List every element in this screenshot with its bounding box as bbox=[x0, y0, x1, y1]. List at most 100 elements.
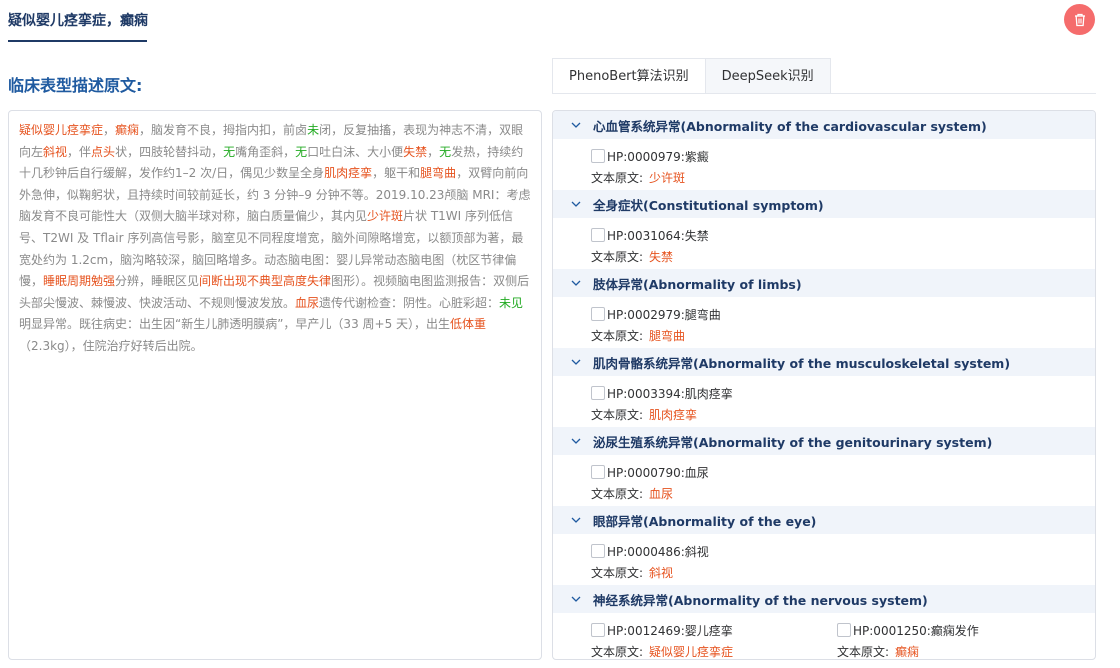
chevron-down-icon bbox=[569, 118, 583, 132]
category-name: 神经系统异常(Abnormality of the nervous system… bbox=[593, 592, 928, 608]
phenotype-checkbox[interactable] bbox=[591, 149, 605, 163]
category-header[interactable]: 心血管系统异常(Abnormality of the cardiovascula… bbox=[553, 111, 1095, 139]
tabs-divider bbox=[552, 93, 1096, 94]
category-header[interactable]: 眼部异常(Abnormality of the eye) bbox=[553, 506, 1095, 534]
text-segment: 口吐白沫、大小便 bbox=[307, 144, 404, 159]
source-text: 斜视 bbox=[649, 566, 674, 580]
source-text: 少许斑 bbox=[649, 171, 686, 185]
phenotype-checkbox[interactable] bbox=[591, 307, 605, 321]
source-label: 文本原文: bbox=[591, 566, 644, 580]
text-segment: ， bbox=[427, 144, 440, 159]
negation-term: 无 bbox=[439, 144, 452, 159]
tab-deepseek[interactable]: DeepSeek识别 bbox=[704, 58, 831, 94]
raw-text-box: 疑似婴儿痉挛症，癫痫，脑发育不良，拇指内扣，前卤未闭，反复抽搐，表现为神志不清，… bbox=[8, 110, 542, 660]
hp-term-label: HP:0000790:血尿 bbox=[607, 465, 709, 480]
phenotype-item: HP:0012469:婴儿痉挛文本原文: 疑似婴儿痉挛症 bbox=[591, 613, 837, 659]
category-group: 心血管系统异常(Abnormality of the cardiovascula… bbox=[553, 111, 1095, 190]
chevron-down-icon bbox=[569, 592, 583, 606]
chevron-down-icon bbox=[569, 197, 583, 211]
tab-phenobert[interactable]: PhenoBert算法识别 bbox=[552, 58, 706, 94]
negation-term: 未见 bbox=[499, 295, 524, 310]
phenotype-item: HP:0000486:斜视文本原文: 斜视 bbox=[591, 534, 837, 583]
phenotype-item: HP:0031064:失禁文本原文: 失禁 bbox=[591, 218, 837, 267]
hp-term-label: HP:0031064:失禁 bbox=[607, 228, 709, 243]
text-segment: 状，四肢轮替抖动， bbox=[115, 144, 224, 159]
category-group: 肌肉骨骼系统异常(Abnormality of the musculoskele… bbox=[553, 348, 1095, 427]
source-label: 文本原文: bbox=[591, 171, 644, 185]
hp-term-label: HP:0000486:斜视 bbox=[607, 544, 709, 559]
document-tab[interactable]: 疑似婴儿痉挛症，癫痫 bbox=[8, 10, 148, 30]
phenotype-checkbox[interactable] bbox=[837, 623, 851, 637]
negation-term: 未 bbox=[307, 123, 320, 137]
category-name: 心血管系统异常(Abnormality of the cardiovascula… bbox=[593, 118, 987, 134]
phenotype-checkbox[interactable] bbox=[591, 544, 605, 558]
hp-term-label: HP:0000979:紫癜 bbox=[607, 149, 709, 164]
text-segment: ，躯干和 bbox=[372, 166, 421, 181]
text-segment: ，伴 bbox=[67, 144, 92, 159]
hp-term-label: HP:0002979:腿弯曲 bbox=[607, 307, 721, 322]
chevron-down-icon bbox=[569, 276, 583, 290]
phenotype-item: HP:0000979:紫癜文本原文: 少许斑 bbox=[591, 139, 837, 188]
source-label: 文本原文: bbox=[591, 329, 644, 343]
category-header[interactable]: 肢体异常(Abnormality of limbs) bbox=[553, 269, 1095, 297]
category-name: 肢体异常(Abnormality of limbs) bbox=[593, 276, 802, 292]
highlighted-term: 间断出现不典型高度失律 bbox=[199, 274, 332, 289]
hp-term-label: HP:0012469:婴儿痉挛 bbox=[607, 623, 733, 638]
source-label: 文本原文: bbox=[591, 645, 644, 659]
source-label: 文本原文: bbox=[837, 645, 890, 659]
text-segment: ，脑发育不良，拇指内扣，前卤 bbox=[139, 123, 308, 137]
chevron-down-icon bbox=[569, 513, 583, 527]
source-label: 文本原文: bbox=[591, 250, 644, 264]
highlighted-term: 低体重 bbox=[450, 317, 487, 332]
text-segment: 遗传代谢检查：阴性。心脏彩超： bbox=[319, 295, 500, 310]
source-text: 疑似婴儿痉挛症 bbox=[649, 645, 734, 659]
text-segment: 分辨，睡眠区见 bbox=[115, 274, 200, 289]
highlighted-term: 少许斑 bbox=[367, 209, 404, 224]
category-group: 全身症状(Constitutional symptom) HP:0031064:失… bbox=[553, 190, 1095, 269]
category-group: 眼部异常(Abnormality of the eye) HP:0000486:斜… bbox=[553, 506, 1095, 585]
category-header[interactable]: 神经系统异常(Abnormality of the nervous system… bbox=[553, 585, 1095, 613]
phenotype-item: HP:0000790:血尿 文本原文: 血尿 bbox=[591, 455, 837, 504]
category-group: 泌尿生殖系统异常(Abnormality of the genitourinar… bbox=[553, 427, 1095, 506]
phenotype-checkbox[interactable] bbox=[591, 386, 605, 400]
chevron-down-icon bbox=[569, 434, 583, 448]
source-label: 文本原文: bbox=[591, 487, 644, 501]
hp-term-label: HP:0003394:肌肉痉挛 bbox=[607, 386, 733, 401]
source-label: 文本原文: bbox=[591, 408, 644, 422]
text-segment: 明显异常。既往病史：出生因“新生儿肺透明膜病”，早产儿（33 周+5 天），出生 bbox=[19, 317, 451, 332]
category-name: 全身症状(Constitutional symptom) bbox=[593, 197, 824, 213]
text-segment: （2.3kg），住院治疗好转后出院。 bbox=[19, 338, 203, 353]
phenotype-checkbox[interactable] bbox=[591, 623, 605, 637]
raw-text-title: 临床表型描述原文: bbox=[8, 76, 143, 95]
category-header[interactable]: 全身症状(Constitutional symptom) bbox=[553, 190, 1095, 218]
source-text: 肌肉痉挛 bbox=[649, 408, 698, 422]
source-text: 失禁 bbox=[649, 250, 674, 264]
highlighted-term: 点头 bbox=[91, 144, 116, 159]
trash-icon bbox=[1074, 13, 1085, 27]
highlighted-term: 腿弯曲 bbox=[420, 166, 457, 181]
text-segment: 嘴角歪斜， bbox=[235, 144, 296, 159]
category-name: 泌尿生殖系统异常(Abnormality of the genitourinar… bbox=[593, 434, 993, 450]
category-header[interactable]: 泌尿生殖系统异常(Abnormality of the genitourinar… bbox=[553, 427, 1095, 455]
delete-button[interactable] bbox=[1064, 4, 1095, 35]
source-text: 癫痫 bbox=[895, 645, 920, 659]
negation-term: 无 bbox=[295, 144, 308, 159]
hp-term-label: HP:0001250:癫痫发作 bbox=[853, 623, 979, 638]
text-segment: ， bbox=[103, 123, 116, 137]
phenotype-item: HP:0003394:肌肉痉挛文本原文: 肌肉痉挛 bbox=[591, 376, 837, 425]
highlighted-term: 失禁 bbox=[403, 144, 428, 159]
chevron-down-icon bbox=[569, 355, 583, 369]
phenotype-tree: 心血管系统异常(Abnormality of the cardiovascula… bbox=[552, 110, 1096, 660]
phenotype-checkbox[interactable] bbox=[591, 465, 605, 479]
phenotype-checkbox[interactable] bbox=[591, 228, 605, 242]
highlighted-term: 肌肉痉挛 bbox=[324, 166, 373, 181]
highlighted-term: 癫痫 bbox=[115, 123, 140, 137]
category-header[interactable]: 肌肉骨骼系统异常(Abnormality of the musculoskele… bbox=[553, 348, 1095, 376]
category-group: 肢体异常(Abnormality of limbs) HP:0002979:腿弯曲… bbox=[553, 269, 1095, 348]
highlighted-term: 血尿 bbox=[295, 295, 320, 310]
highlighted-term: 睡眠周期勉强 bbox=[43, 274, 116, 289]
category-name: 眼部异常(Abnormality of the eye) bbox=[593, 513, 817, 529]
source-text: 腿弯曲 bbox=[649, 329, 686, 343]
highlighted-term: 斜视 bbox=[43, 144, 68, 159]
active-tab-underline bbox=[8, 40, 147, 42]
